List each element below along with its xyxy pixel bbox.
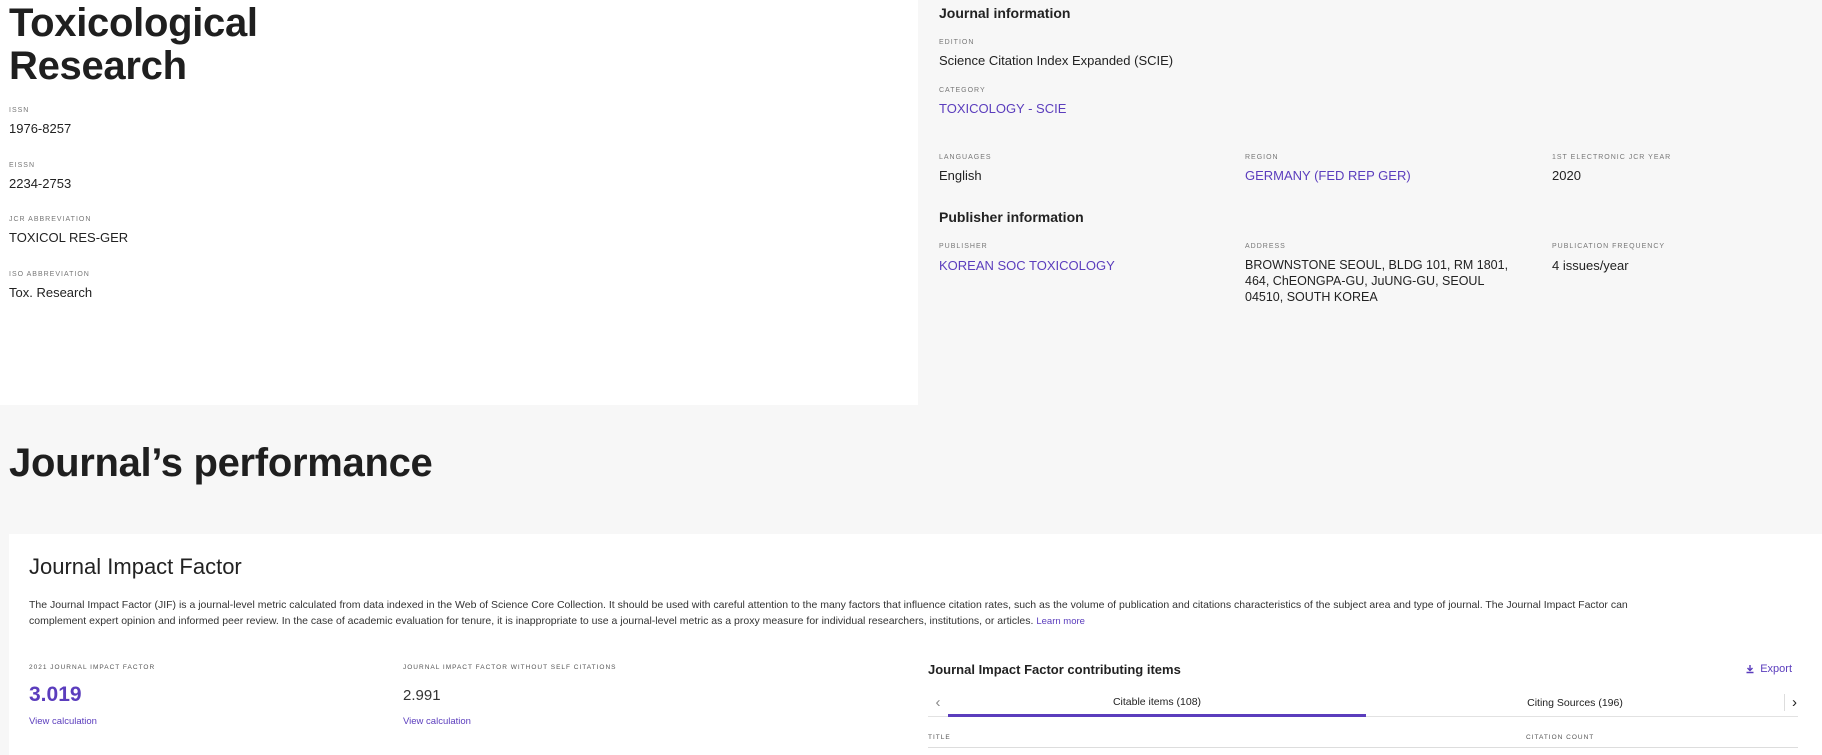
jif-without-self-label: JOURNAL IMPACT FACTOR WITHOUT SELF CITAT…	[403, 664, 617, 671]
journal-information-heading: Journal information	[939, 5, 1071, 21]
category-label: CATEGORY	[939, 87, 986, 94]
download-icon	[1746, 665, 1754, 674]
table-divider	[928, 747, 1798, 748]
performance-heading: Journal’s performance	[9, 441, 433, 485]
address-label: ADDRESS	[1245, 243, 1286, 250]
edition-label: EDITION	[939, 39, 975, 46]
description-text: The Journal Impact Factor (JIF) is a jou…	[29, 599, 1628, 627]
category-link[interactable]: TOXICOLOGY - SCIE	[939, 101, 1066, 116]
languages-value: English	[939, 168, 982, 183]
tab-citable-items[interactable]: Citable items (108)	[948, 689, 1366, 717]
jcr-abbreviation-value: TOXICOL RES-GER	[9, 230, 129, 245]
address-line-3: 04510, SOUTH KOREA	[1245, 290, 1378, 304]
chevron-left-icon[interactable]: ‹	[928, 694, 948, 711]
jif-view-calculation-link[interactable]: View calculation	[29, 716, 97, 727]
frequency-value: 4 issues/year	[1552, 258, 1629, 273]
electronic-year-value: 2020	[1552, 168, 1581, 183]
journal-title: Toxicological Research	[9, 1, 258, 88]
issn-label: ISSN	[9, 107, 30, 114]
jif-value: 3.019	[29, 683, 82, 706]
jif-without-self-value: 2.991	[403, 687, 441, 704]
journal-header-section: Toxicological Research ISSN 1976-8257 EI…	[0, 0, 1822, 405]
publisher-link[interactable]: KOREAN SOC TOXICOLOGY	[939, 258, 1115, 273]
jif-label: 2021 JOURNAL IMPACT FACTOR	[29, 664, 156, 671]
contributing-items-title: Journal Impact Factor contributing items	[928, 662, 1181, 677]
chevron-right-icon[interactable]: ›	[1784, 694, 1804, 711]
export-button[interactable]: Export	[1745, 663, 1792, 675]
jcr-abbreviation-label: JCR ABBREVIATION	[9, 216, 92, 223]
frequency-label: PUBLICATION FREQUENCY	[1552, 243, 1666, 250]
journal-identity-panel: Toxicological Research ISSN 1976-8257 EI…	[0, 0, 918, 405]
impact-factor-card: Journal Impact Factor The Journal Impact…	[9, 534, 1822, 755]
learn-more-link[interactable]: Learn more	[1036, 616, 1085, 627]
eissn-label: EISSN	[9, 162, 36, 169]
iso-abbreviation-value: Tox. Research	[9, 285, 93, 300]
jif-without-self-view-calculation-link[interactable]: View calculation	[403, 716, 471, 727]
publisher-information-heading: Publisher information	[939, 209, 1084, 225]
region-link[interactable]: GERMANY (FED REP GER)	[1245, 168, 1411, 183]
eissn-value: 2234-2753	[9, 176, 72, 191]
contributing-tabs: ‹ Citable items (108) Citing Sources (19…	[928, 689, 1798, 717]
journal-info-panel: Journal information EDITION Science Cita…	[918, 0, 1822, 405]
column-header-citation-count[interactable]: CITATION COUNT	[1526, 734, 1594, 741]
address-line-2: 464, ChEONGPA-GU, JuUNG-GU, SEOUL	[1245, 274, 1485, 288]
electronic-year-label: 1ST ELECTRONIC JCR YEAR	[1552, 154, 1672, 161]
edition-value: Science Citation Index Expanded (SCIE)	[939, 53, 1174, 68]
column-header-title[interactable]: TITLE	[928, 734, 951, 741]
iso-abbreviation-label: ISO ABBREVIATION	[9, 271, 90, 278]
languages-label: LANGUAGES	[939, 154, 992, 161]
impact-factor-description: The Journal Impact Factor (JIF) is a jou…	[29, 597, 1629, 630]
export-label: Export	[1760, 663, 1792, 675]
address-line-1: BROWNSTONE SEOUL, BLDG 101, RM 1801,	[1245, 258, 1509, 272]
impact-factor-title: Journal Impact Factor	[29, 554, 242, 579]
publisher-label: PUBLISHER	[939, 243, 988, 250]
tab-citing-sources[interactable]: Citing Sources (196)	[1366, 689, 1784, 717]
region-label: REGION	[1245, 154, 1279, 161]
issn-value: 1976-8257	[9, 121, 72, 136]
